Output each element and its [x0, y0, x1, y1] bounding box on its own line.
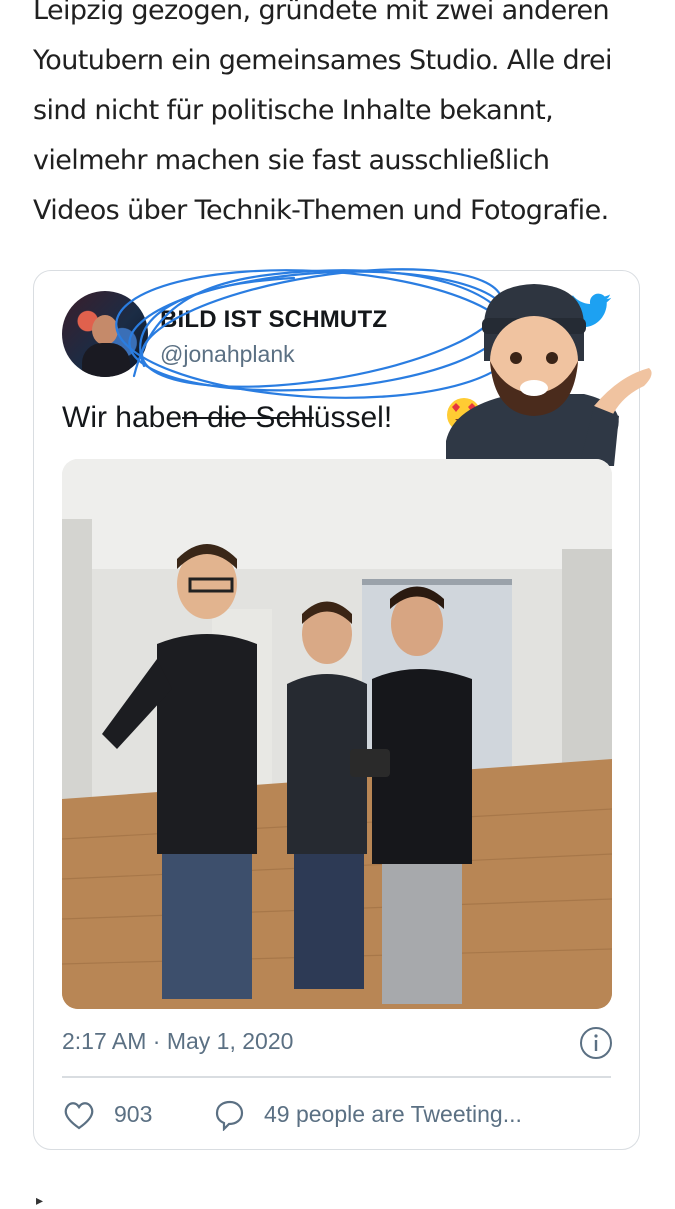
tweet-text-struck: n die Schl [182, 401, 314, 434]
tweet-text-end: üssel! [313, 401, 393, 434]
like-count[interactable]: 903 [114, 1101, 152, 1128]
author-handle[interactable]: @jonahplank [160, 341, 295, 368]
divider [62, 1076, 611, 1078]
article-line: vielmehr machen sie fast ausschließlich [33, 145, 550, 176]
article-line: sind nicht für politische Inhalte bekann… [33, 95, 554, 126]
embedded-tweet-card[interactable]: BILD IST SCHMUTZ @jonahplank Wir haben d… [33, 268, 652, 1150]
article-text: Leipzig gezogen, gründete mit zwei ander… [33, 0, 653, 236]
tweet-text: Wir haben die Schlüssel! [62, 401, 392, 435]
article-line: Youtubern ein gemeinsames Studio. Alle d… [33, 45, 612, 76]
tweet-actions: 903 49 people are Tweeting... [62, 1099, 612, 1133]
conversation-link[interactable]: 49 people are Tweeting... [264, 1101, 522, 1128]
page-fragment-mark: ▸ [36, 1192, 44, 1208]
avatar[interactable] [62, 291, 148, 377]
heart-outline-icon[interactable] [62, 1099, 96, 1131]
tweet-timestamp[interactable]: 2:17 AM · May 1, 2020 [62, 1028, 293, 1055]
article-line: Leipzig gezogen, gründete mit zwei ander… [33, 0, 610, 26]
memoji-sticker [446, 284, 652, 466]
author-name[interactable]: BILD IST SCHMUTZ [160, 306, 387, 334]
info-icon[interactable] [579, 1026, 613, 1060]
speech-bubble-icon[interactable] [212, 1099, 246, 1131]
article-line: Videos über Technik-Themen und Fotografi… [33, 195, 609, 226]
tweet-text-start: Wir habe [62, 401, 183, 434]
tweet-photo[interactable] [62, 459, 612, 1009]
